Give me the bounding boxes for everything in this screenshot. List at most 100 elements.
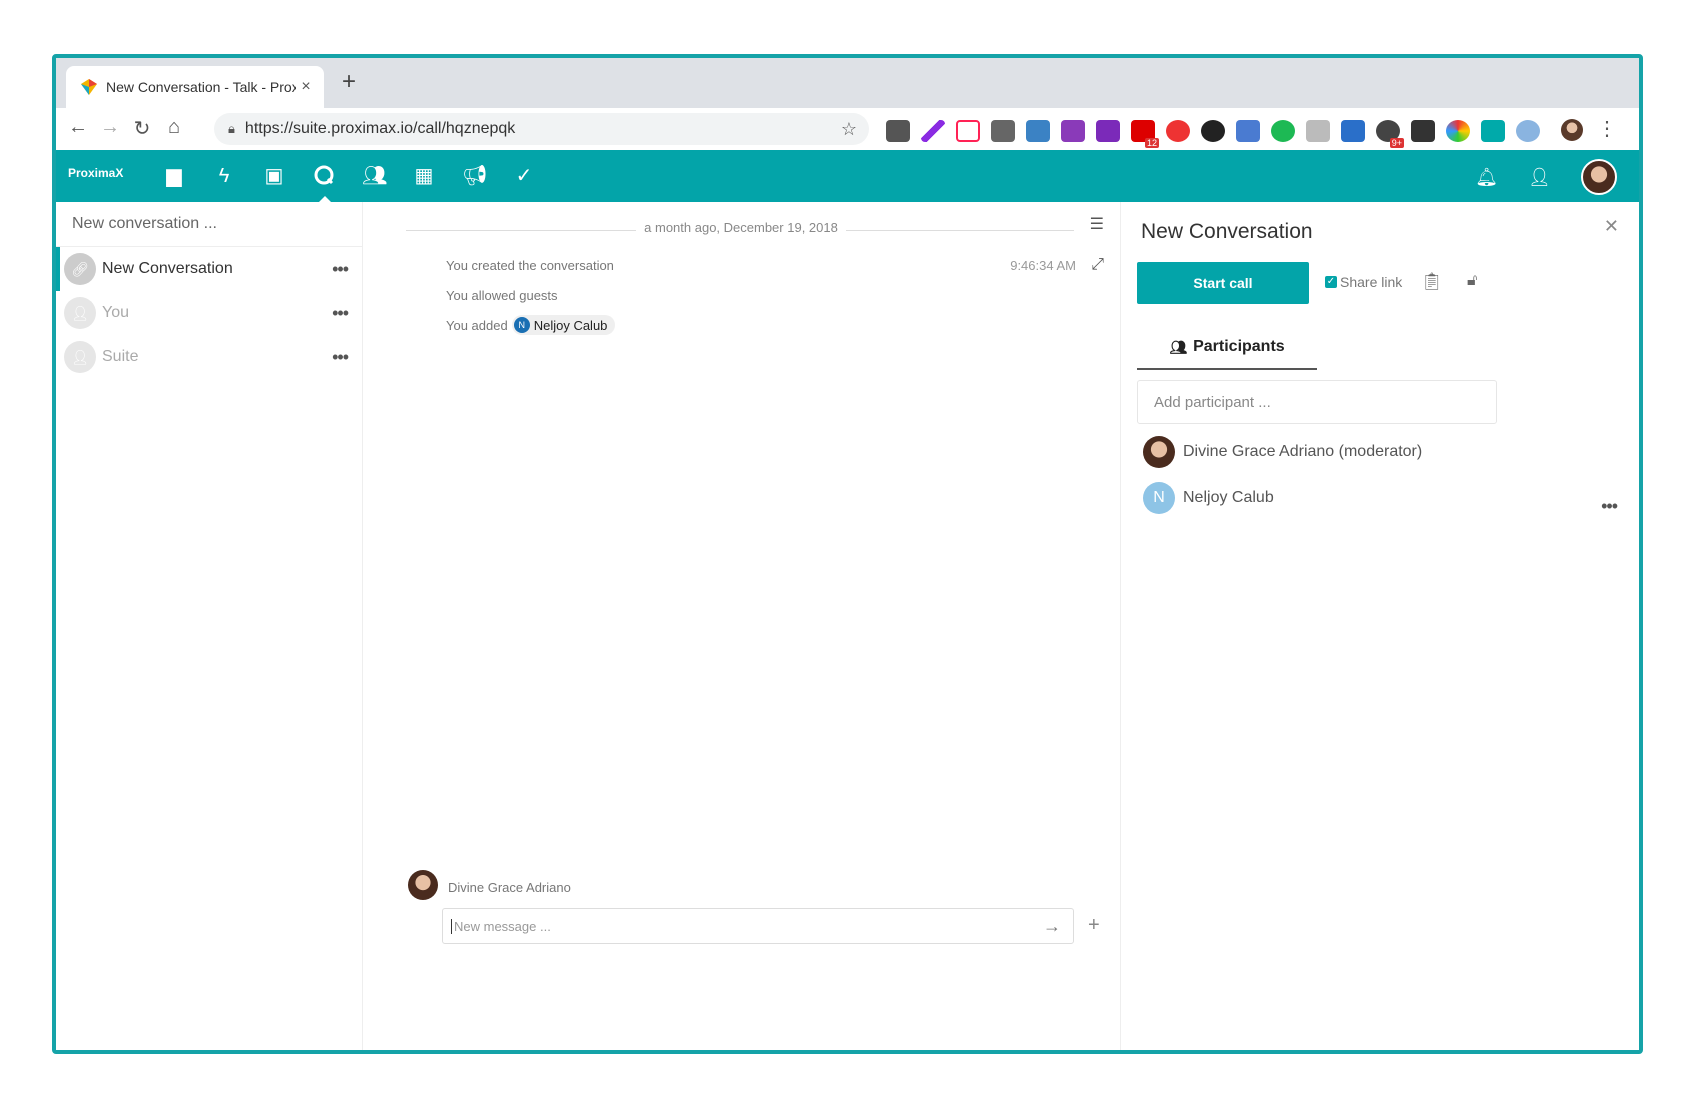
browser-tab[interactable]: New Conversation - Talk - Prox ×: [66, 66, 324, 108]
reload-icon[interactable]: ↻: [130, 116, 154, 141]
extension-icon[interactable]: [1236, 120, 1260, 142]
close-tab-icon[interactable]: ×: [296, 78, 316, 96]
extension-icon[interactable]: 12: [1131, 120, 1159, 148]
new-conversation-search[interactable]: New conversation ...: [56, 202, 362, 247]
extension-icon[interactable]: [1166, 120, 1190, 142]
app-nav: ▆ ϟ ▣ 👥︎ ▦ 📢︎ ✓: [162, 164, 536, 203]
url-text: https://suite.proximax.io/call/hqznepqk: [244, 120, 516, 137]
user-avatar[interactable]: [1581, 159, 1617, 195]
notifications-icon[interactable]: 🔔︎: [1475, 167, 1498, 188]
conversation-item[interactable]: 👤︎ Suite •••: [56, 335, 362, 379]
close-icon[interactable]: ✕: [1604, 216, 1619, 237]
system-message: You allowed guests: [446, 288, 558, 303]
app-header: ProximaX ▆ ϟ ▣ 👥︎ ▦ 📢︎ ✓ 🔔︎ 👤︎: [56, 150, 1639, 203]
tasks-icon[interactable]: ✓: [512, 164, 536, 188]
new-tab-button[interactable]: +: [342, 68, 356, 96]
extension-icon[interactable]: [956, 120, 980, 142]
copy-link-icon[interactable]: 📋︎: [1421, 272, 1443, 292]
message-placeholder: New message ...: [451, 918, 551, 934]
system-message: You created the conversation: [446, 258, 614, 273]
extension-icon[interactable]: [1516, 120, 1540, 142]
message-time: 9:46:34 AM: [1010, 258, 1076, 273]
participant-avatar: [1143, 436, 1175, 468]
calendar-icon[interactable]: ▦: [412, 164, 436, 188]
menu-kebab-icon[interactable]: ⋮: [1597, 116, 1617, 141]
more-icon[interactable]: •••: [1601, 496, 1618, 517]
lock-icon: 🔒︎: [228, 121, 235, 136]
talk-icon[interactable]: [312, 164, 336, 203]
back-icon[interactable]: ←: [66, 116, 90, 139]
composer-avatar: [408, 870, 438, 900]
more-icon[interactable]: •••: [332, 259, 349, 280]
participants-label: Participants: [1193, 338, 1285, 355]
mention-avatar: N: [513, 317, 530, 333]
start-call-button[interactable]: Start call: [1137, 262, 1309, 304]
favicon-icon: [80, 78, 98, 96]
user-contacts-icon[interactable]: 👤︎: [1528, 167, 1551, 188]
home-icon[interactable]: ⌂: [162, 116, 186, 139]
composer-author: Divine Grace Adriano: [448, 880, 571, 895]
added-text: You added: [446, 317, 508, 333]
extensions-bar: 12 9+: [886, 120, 1540, 148]
message-input[interactable]: New message ... →: [442, 908, 1074, 944]
share-link-label: Share link: [1340, 274, 1403, 290]
contacts-icon[interactable]: 👥︎: [362, 164, 387, 188]
browser-window: New Conversation - Talk - Prox × + ← → ↻…: [52, 54, 1643, 1054]
conversation-name: You: [102, 304, 129, 321]
gallery-icon[interactable]: ▣: [262, 164, 286, 188]
url-field[interactable]: 🔒︎ https://suite.proximax.io/call/hqznep…: [214, 113, 869, 145]
panel-title: New Conversation: [1141, 220, 1313, 243]
profile-avatar[interactable]: [1561, 119, 1583, 141]
tab-participants[interactable]: 👥︎ Participants: [1137, 326, 1317, 370]
badge-12: 12: [1144, 138, 1159, 148]
more-icon[interactable]: •••: [332, 303, 349, 324]
add-participant-input[interactable]: Add participant ...: [1137, 380, 1497, 424]
participant-item[interactable]: Divine Grace Adriano (moderator): [1143, 436, 1422, 468]
conversation-item[interactable]: 👤︎ You •••: [56, 291, 362, 335]
app-logo[interactable]: ProximaX: [68, 166, 123, 180]
extension-icon[interactable]: [1481, 120, 1505, 142]
share-link-checkbox[interactable]: ✓ Share link: [1325, 274, 1402, 290]
conversation-name: Suite: [102, 348, 139, 365]
extension-icon[interactable]: [1411, 120, 1435, 142]
filter-icon[interactable]: ☰: [1090, 214, 1104, 234]
mention-chip[interactable]: N Neljoy Calub: [511, 315, 616, 335]
conversation-item[interactable]: 🔗︎ New Conversation •••: [56, 247, 362, 291]
date-separator: a month ago, December 19, 2018: [636, 220, 846, 235]
extension-icon[interactable]: [1271, 120, 1295, 142]
participants-icon: 👥︎: [1169, 338, 1188, 355]
activity-icon[interactable]: ϟ: [212, 164, 236, 188]
extension-icon[interactable]: 9+: [1376, 120, 1404, 148]
more-icon[interactable]: •••: [332, 347, 349, 368]
bookmark-star-icon[interactable]: ☆: [841, 119, 857, 140]
extension-icon[interactable]: [1061, 120, 1085, 142]
attach-plus-icon[interactable]: +: [1088, 914, 1100, 937]
padlock-icon[interactable]: 🔓︎: [1467, 272, 1477, 290]
participant-name: Neljoy Calub: [1183, 489, 1274, 506]
send-icon[interactable]: →: [1043, 916, 1061, 937]
badge-9plus: 9+: [1389, 138, 1404, 148]
extension-icon[interactable]: [1096, 120, 1120, 142]
participant-name: Divine Grace Adriano (moderator): [1183, 443, 1423, 460]
tab-bar: New Conversation - Talk - Prox × +: [56, 58, 1639, 108]
extension-icon[interactable]: [1341, 120, 1365, 142]
extension-icon[interactable]: [991, 120, 1015, 142]
checkbox-icon[interactable]: ✓: [1325, 276, 1337, 288]
forward-icon[interactable]: →: [98, 116, 122, 139]
extension-icon[interactable]: [1201, 120, 1225, 142]
extension-icon[interactable]: [921, 120, 945, 142]
participant-item[interactable]: N Neljoy Calub: [1143, 482, 1274, 514]
conversation-name: New Conversation: [102, 260, 233, 277]
system-message-added: You added N Neljoy Calub: [446, 315, 616, 335]
extension-icon[interactable]: [886, 120, 910, 142]
mention-name: Neljoy Calub: [533, 317, 608, 333]
expand-icon[interactable]: ⤢: [1091, 256, 1104, 274]
files-icon[interactable]: ▆: [162, 164, 186, 188]
chat-area: a month ago, December 19, 2018 ☰ You cre…: [362, 202, 1120, 1050]
announcements-icon[interactable]: 📢︎: [462, 164, 487, 188]
user-icon: 👤︎: [64, 341, 96, 373]
extension-icon[interactable]: [1446, 120, 1470, 142]
conversation-sidebar: New conversation ... 🔗︎ New Conversation…: [56, 202, 363, 1050]
extension-icon[interactable]: [1306, 120, 1330, 142]
extension-icon[interactable]: [1026, 120, 1050, 142]
